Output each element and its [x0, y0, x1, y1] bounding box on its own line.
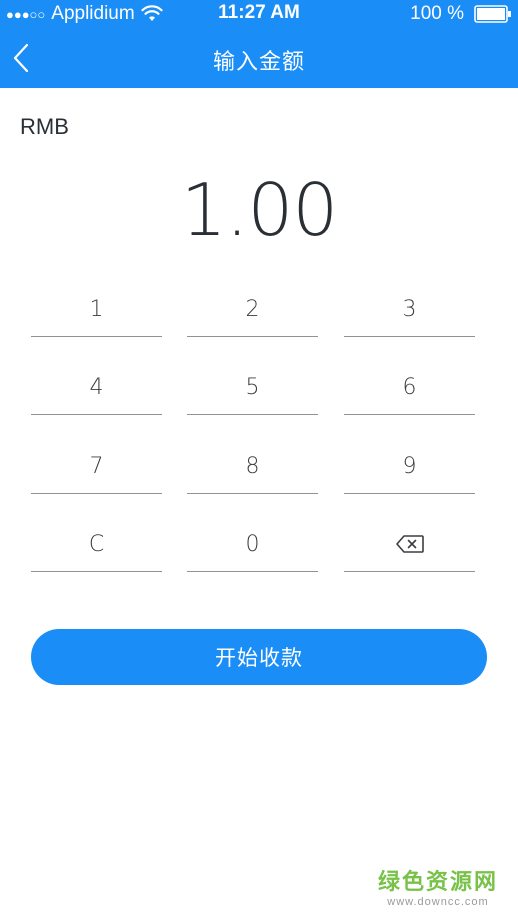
page-title: 输入金额 — [212, 49, 305, 74]
key-8[interactable]: 8 — [187, 439, 318, 494]
backspace-icon — [395, 535, 424, 553]
status-bar: ●●●○○ Applidium 11:27 AM 100 % — [0, 0, 518, 28]
navigation-bar: 输入金额 — [0, 28, 518, 88]
start-collection-button[interactable]: 开始收款 — [31, 629, 487, 685]
key-7[interactable]: 7 — [31, 439, 162, 494]
key-3[interactable]: 3 — [344, 282, 475, 337]
key-4[interactable]: 4 — [31, 360, 162, 415]
key-6[interactable]: 6 — [344, 360, 475, 415]
battery-icon — [474, 5, 511, 23]
status-right: 100 % — [410, 2, 512, 26]
key-1[interactable]: 1 — [31, 282, 162, 337]
battery-percentage: 100 % — [410, 3, 464, 24]
key-backspace[interactable] — [344, 517, 475, 572]
key-9[interactable]: 9 — [344, 439, 475, 494]
key-clear[interactable]: C — [31, 517, 162, 572]
key-5[interactable]: 5 — [187, 360, 318, 415]
currency-label: RMB — [20, 114, 69, 139]
watermark: 绿色资源网 www.downcc.com — [378, 864, 498, 908]
watermark-title: 绿色资源网 — [378, 869, 499, 894]
amount-display: 1.00 — [180, 168, 338, 252]
app-header: ●●●○○ Applidium 11:27 AM 100 % 输入金额 — [0, 0, 518, 88]
key-0[interactable]: 0 — [187, 517, 318, 572]
watermark-url: www.downcc.com — [387, 896, 489, 908]
key-2[interactable]: 2 — [187, 282, 318, 337]
